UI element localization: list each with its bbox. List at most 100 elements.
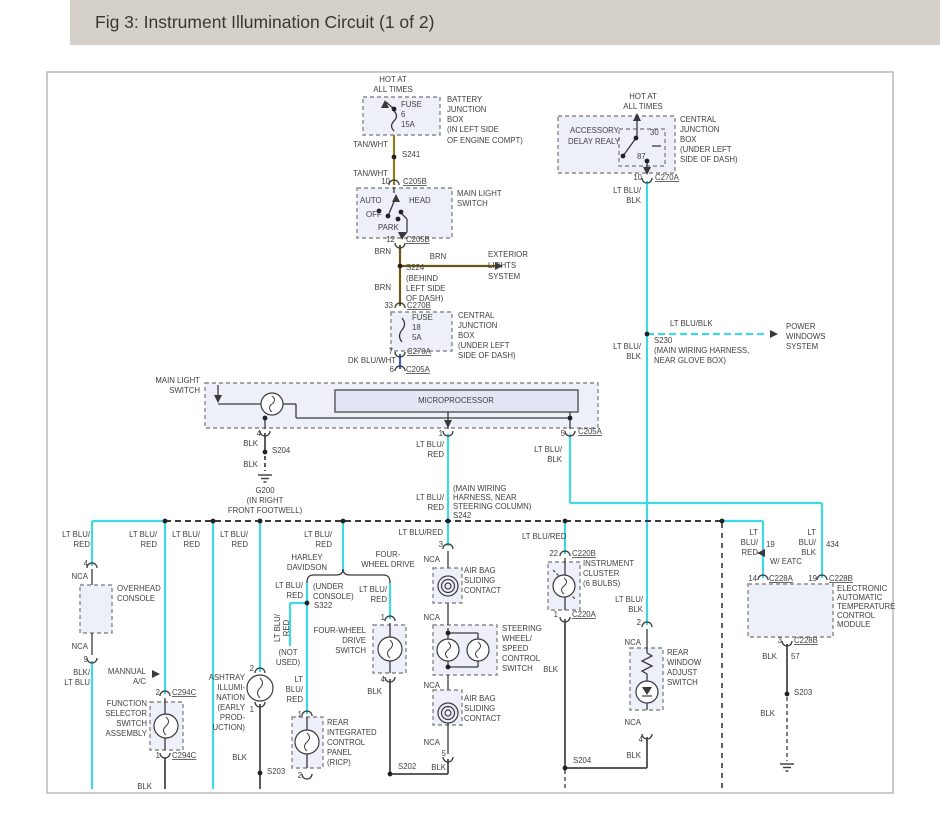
wire-label: LT BLU/RED: [522, 532, 567, 541]
connector-icon: [302, 774, 312, 779]
wire-label: SWITCH: [667, 678, 698, 687]
wire-label: ASSEMBLY: [106, 729, 148, 738]
wire-label: ACCESSORY: [570, 126, 620, 135]
splice-dot: [258, 519, 263, 524]
wire-label: C294C: [172, 751, 197, 760]
wire-label: S224: [406, 263, 425, 272]
wire-label: RED: [742, 548, 759, 557]
wire-label: BLK: [626, 352, 642, 361]
wire-label: (IN LEFT SIDE: [447, 125, 499, 134]
wire-label: UCTION): [213, 723, 246, 732]
arrow-icon: [757, 549, 765, 557]
wire-label: 434: [826, 540, 840, 549]
wire-label: CONSOLE: [117, 594, 155, 603]
wire-label: CONTACT: [464, 586, 501, 595]
wire-label: TAN/WHT: [353, 140, 388, 149]
wire-label: RED: [428, 503, 445, 512]
wire-label: (UNDER LEFT: [680, 145, 732, 154]
wire-label: OVERHEAD: [117, 584, 161, 593]
splice-dot: [263, 416, 268, 421]
wire-label: LT BLU/: [220, 530, 249, 539]
wire-label: 5: [561, 429, 566, 438]
wire-label: MANNUAL: [108, 667, 147, 676]
wire-label: OFF: [366, 210, 382, 219]
splice-dot: [568, 416, 573, 421]
wire-label: LT: [294, 675, 303, 684]
wire-label: 14: [748, 574, 757, 583]
splice-dot: [399, 210, 404, 215]
wire-label: S230: [654, 336, 673, 345]
wire-label: 33: [384, 301, 393, 310]
wire-label: HARLEY: [291, 553, 323, 562]
wire-label: DRIVE: [342, 636, 366, 645]
wire-label: CONTROL: [502, 654, 541, 663]
wire-label: AUTOMATIC: [837, 593, 883, 602]
wire-label: LT BLU/: [613, 342, 642, 351]
wire-label: (UNDER: [313, 582, 344, 591]
wire-label: OF ENGINE COMPT): [447, 136, 523, 145]
wire-label: C205B: [403, 177, 427, 186]
wire-label: SWITCH: [502, 664, 533, 673]
wire-label: RED: [428, 450, 445, 459]
wire-label: JUNCTION: [447, 105, 486, 114]
wire-label: BOX: [458, 331, 475, 340]
wire-label: C220A: [572, 610, 597, 619]
wire-label: W/ EATC: [770, 557, 802, 566]
wire-label: NCA: [625, 638, 642, 647]
wire-label: (MAIN WIRING: [453, 484, 506, 493]
wire-label: BLU/: [799, 538, 817, 547]
splice-dot: [621, 154, 626, 159]
wire-label: 19: [808, 574, 817, 583]
wire-label: NCA: [424, 555, 441, 564]
wire-label: NCA: [72, 642, 89, 651]
splice-dot: [163, 519, 168, 524]
wire-label: LEFT SIDE: [406, 284, 445, 293]
wire-label: FOUR-WHEEL: [314, 626, 367, 635]
wire-label: SLIDING: [464, 704, 495, 713]
wire-label: S204: [573, 756, 592, 765]
wire-label: BOX: [447, 115, 464, 124]
wire-label: (IN RIGHT: [247, 496, 284, 505]
wire-label: LT BLU/: [273, 613, 282, 642]
wire-label: 5: [442, 749, 447, 758]
wire-label: 4: [257, 429, 262, 438]
wire-label: C270A: [655, 173, 680, 182]
wire-label: RED: [184, 540, 201, 549]
wire-label: BLK: [626, 751, 642, 760]
diagram-frame: [47, 72, 893, 793]
wire-label: EXTERIOR: [488, 250, 528, 259]
wire-label: NCA: [424, 613, 441, 622]
wire-label: STEERING: [502, 624, 542, 633]
wire-label: S241: [402, 150, 420, 159]
wire-label: BATTERY: [447, 95, 483, 104]
wire-label: LT BLU/: [304, 530, 333, 539]
wire-label: CONSOLE): [313, 592, 354, 601]
wire-label: BRN: [430, 252, 446, 261]
wire-label: FUNCTION: [107, 699, 147, 708]
wire-label: CONTROL: [837, 611, 876, 620]
wire-label: BLK: [626, 196, 642, 205]
wire-label: ELECTRONIC: [837, 584, 888, 593]
wire-label: FRONT FOOTWELL): [228, 506, 303, 515]
wire-label: 4: [381, 675, 386, 684]
wire-label: 57: [791, 652, 800, 661]
wire-label: SLIDING: [464, 576, 495, 585]
wire-label: LT BLU: [64, 678, 90, 687]
wire-label: 2: [298, 771, 302, 780]
wire-label: MICROPROCESSOR: [418, 396, 494, 405]
wire-label: BLK: [232, 753, 248, 762]
wire-label: C228B: [794, 636, 818, 645]
wire-label: AUTO: [360, 196, 382, 205]
wire-label: AIR BAG: [464, 566, 496, 575]
wire-label: BRN: [375, 247, 391, 256]
wire-label: 19: [766, 540, 775, 549]
wire-label: WHEEL DRIVE: [361, 560, 414, 569]
splice-dot: [396, 217, 401, 222]
wire-label: BLK/: [73, 668, 91, 677]
wire-label: (BEHIND: [406, 274, 438, 283]
wire-label: 15A: [401, 120, 416, 129]
wire-label: JUNCTION: [680, 125, 719, 134]
arrow-icon: [770, 330, 778, 338]
wire-label: LT BLU/: [416, 493, 445, 502]
wire-label: SWITCH: [335, 646, 366, 655]
